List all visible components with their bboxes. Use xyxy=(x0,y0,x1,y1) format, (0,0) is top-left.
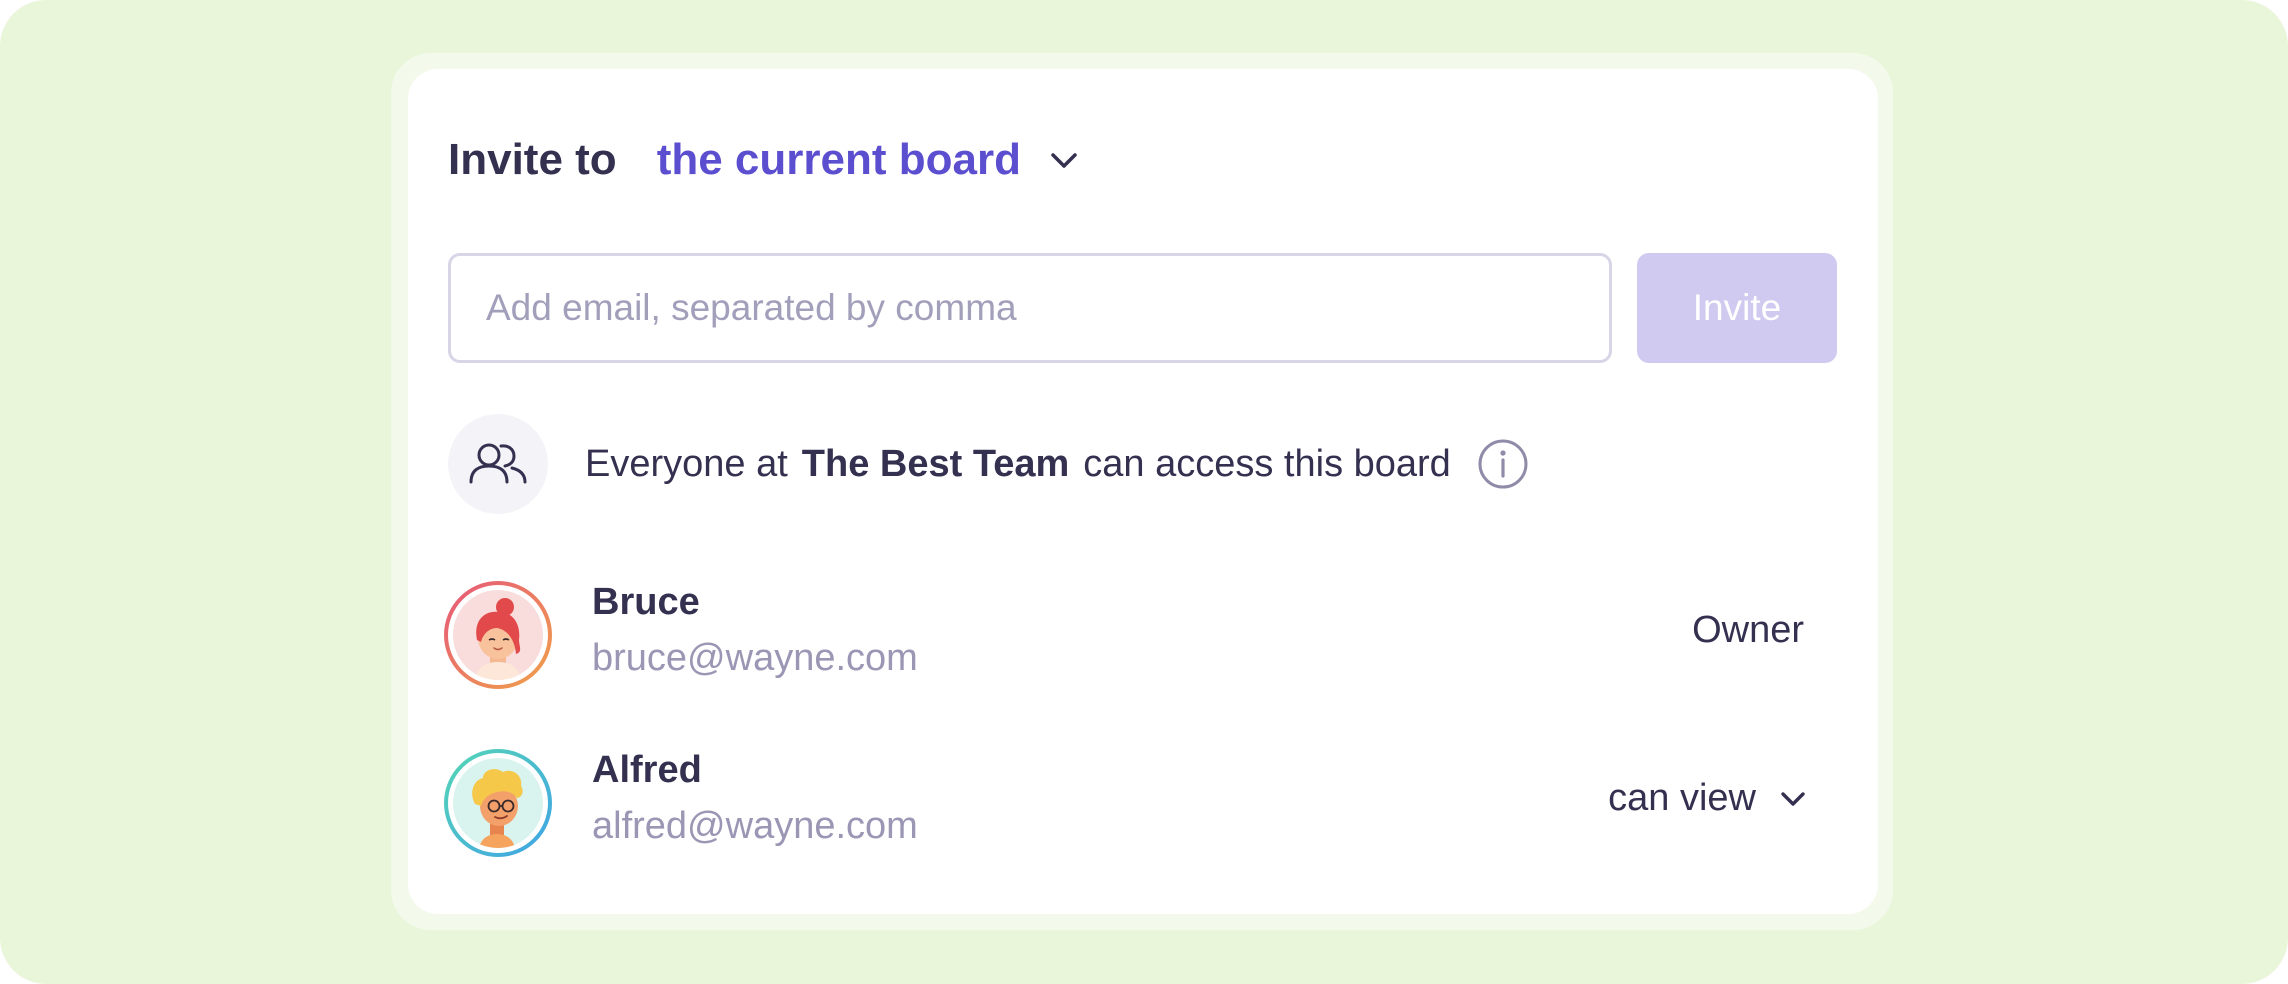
member-email: alfred@wayne.com xyxy=(592,805,918,847)
team-access-suffix: can access this board xyxy=(1083,442,1451,485)
member-row: Alfred alfred@wayne.com can view xyxy=(444,749,1844,859)
board-selector[interactable]: the current board xyxy=(657,135,1021,185)
page-background: Invite to the current board Invite Every… xyxy=(0,0,2288,984)
member-email: bruce@wayne.com xyxy=(592,637,918,679)
info-icon[interactable] xyxy=(1477,438,1529,490)
email-input[interactable] xyxy=(448,253,1612,363)
team-name: The Best Team xyxy=(801,442,1070,485)
chevron-down-icon[interactable] xyxy=(1047,143,1081,177)
avatar xyxy=(444,581,552,689)
member-role-label: Owner xyxy=(1692,609,1804,651)
member-role-dropdown[interactable]: can view xyxy=(1608,777,1808,820)
invite-button[interactable]: Invite xyxy=(1637,253,1837,363)
member-row: Bruce bruce@wayne.com Owner xyxy=(444,581,1844,691)
invite-dialog: Invite to the current board Invite Every… xyxy=(408,69,1878,914)
team-access-row: Everyone at The Best Team can access thi… xyxy=(448,414,1529,514)
users-icon xyxy=(448,414,548,514)
team-access-text: Everyone at The Best Team can access thi… xyxy=(585,443,1451,486)
avatar-red-hair-icon xyxy=(453,590,543,680)
team-access-prefix: Everyone at xyxy=(585,442,788,485)
chevron-down-icon xyxy=(1778,784,1808,814)
member-role-value: can view xyxy=(1608,777,1756,819)
header-title: Invite to xyxy=(448,135,617,184)
dialog-header: Invite to the current board xyxy=(448,125,1081,195)
member-name: Bruce xyxy=(592,581,700,623)
avatar-blonde-glasses-icon xyxy=(453,758,543,848)
avatar xyxy=(444,749,552,857)
member-name: Alfred xyxy=(592,749,702,791)
